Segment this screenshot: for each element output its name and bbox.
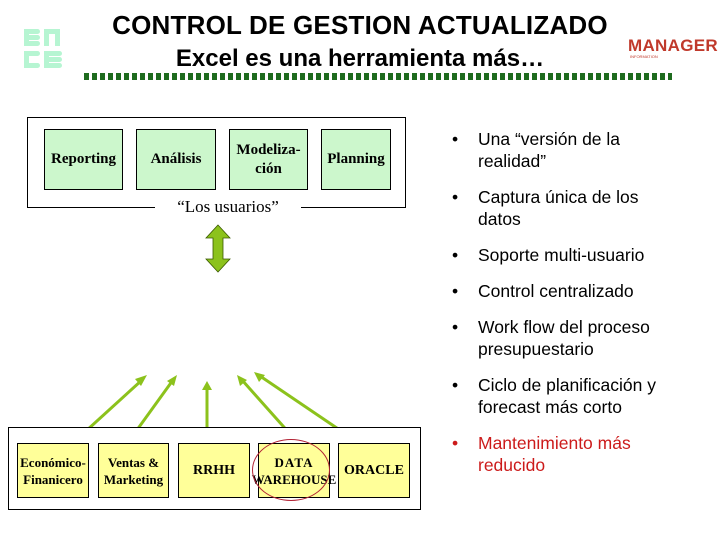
bullet-dot: • [452,187,459,207]
bullet-text-line1: Ciclo de planificación y [478,375,657,395]
bullet-text-line2: reducido [478,455,546,475]
bullet-item: • Una “versión de la realidad” [448,128,718,172]
box-oracle: ORACLE [338,443,410,498]
arrow-rrhh-head [202,381,212,390]
box-economico-financiero: Económico- Finanicero [17,443,89,498]
double-arrow-icon [205,224,231,273]
bullet-item-highlight: • Mantenimiento más reducido [448,432,718,476]
box-rrhh-label: RRHH [193,463,235,478]
bullet-item: • Control centralizado [448,280,718,302]
bullet-text-line2: presupuestario [478,339,594,359]
bullet-text-line2: realidad” [478,151,547,171]
bullet-dot: • [452,281,459,301]
box-economico-line1: Económico- [20,454,86,470]
bullet-text-line1: Control centralizado [478,281,634,301]
bullet-text-line1: Work flow del proceso [478,317,650,337]
bullet-text-line2: forecast más corto [478,397,622,417]
bullet-dot: • [452,129,459,149]
bullet-dot: • [452,433,459,453]
bullet-text-line1: Mantenimiento más [478,433,631,453]
box-oracle-label: ORACLE [344,463,404,478]
benefits-list: • Una “versión de la realidad” • Captura… [448,128,718,476]
box-rrhh: RRHH [178,443,250,498]
bullet-dot: • [452,245,459,265]
bullet-text-line1: Una “versión de la [478,129,621,149]
bullet-item: • Soporte multi-usuario [448,244,718,266]
bullet-text-line2: datos [478,209,521,229]
box-economico-line2: Finanicero [23,471,83,487]
box-ventas-line1: Ventas & [107,454,160,470]
bullet-item: • Captura única de los datos [448,186,718,230]
data-warehouse-highlight-circle [252,439,330,501]
box-ventas-marketing: Ventas & Marketing [98,443,169,498]
bullet-item: • Ciclo de planificación y forecast más … [448,374,718,418]
bullet-text-line1: Captura única de los [478,187,639,207]
bullet-text-line1: Soporte multi-usuario [478,245,645,265]
bullet-dot: • [452,375,459,395]
bullet-dot: • [452,317,459,337]
box-ventas-line2: Marketing [103,471,164,487]
bullet-item: • Work flow del proceso presupuestario [448,316,718,360]
